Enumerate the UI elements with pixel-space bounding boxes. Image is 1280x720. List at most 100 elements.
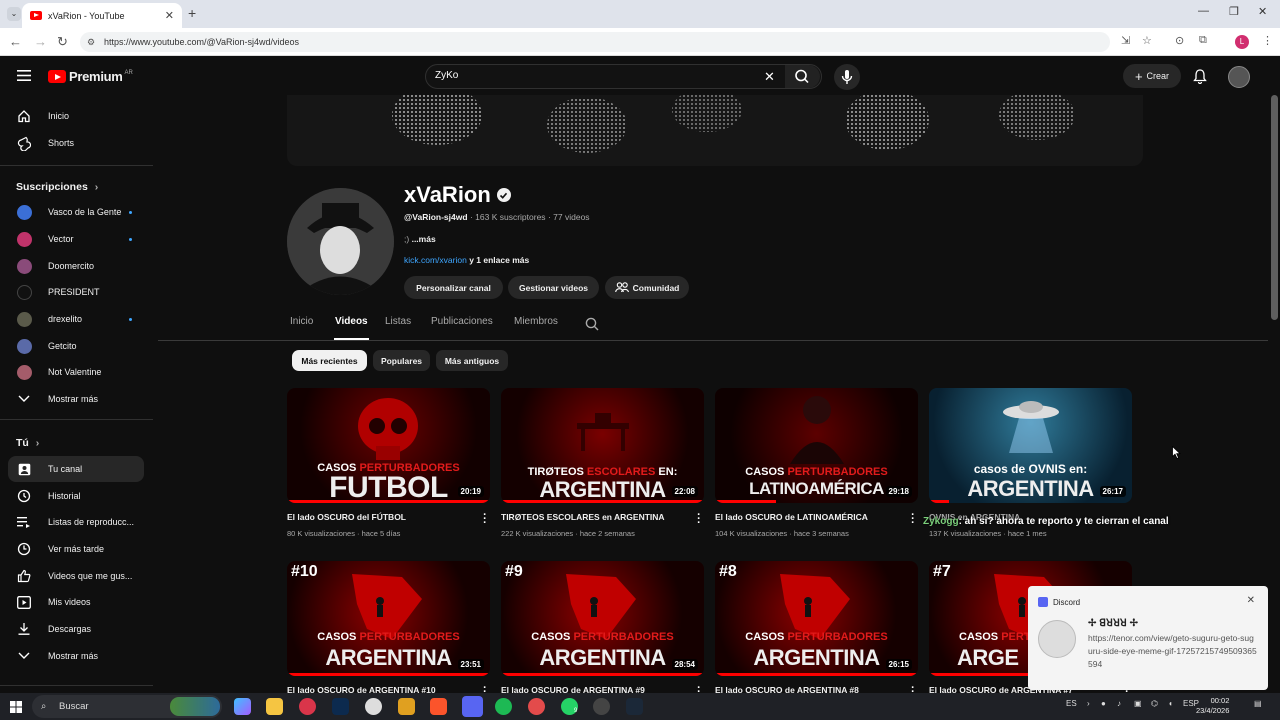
video-thumbnail[interactable]: TIRØTEOS ESCOLARES EN: ARGENTINA 22:08 xyxy=(501,388,704,503)
tab-videos[interactable]: Videos xyxy=(335,316,368,327)
video-menu-icon[interactable]: · · · xyxy=(482,510,488,529)
steam-icon[interactable] xyxy=(626,698,643,715)
sidebar-sub-drexelito[interactable]: drexelito xyxy=(8,306,144,332)
url-field[interactable]: ⚙ https://www.youtube.com/@VaRion-sj4wd/… xyxy=(80,32,1110,52)
file-explorer-icon[interactable] xyxy=(266,698,283,715)
photoshop-icon[interactable] xyxy=(332,698,349,715)
restore-button[interactable]: ❐ xyxy=(1229,5,1239,18)
more-links[interactable]: y 1 enlace más xyxy=(469,255,529,265)
sidebar-sub-getcito[interactable]: Getcito xyxy=(8,333,144,359)
video-menu-icon[interactable]: · · · xyxy=(910,510,916,529)
notification-close-icon[interactable]: ✕ xyxy=(1247,595,1255,606)
video-thumbnail[interactable]: CASOS PERTURBADORES LATINOAMÉRICA 29:18 xyxy=(715,388,918,503)
downloads-browser-icon[interactable]: ⊙ xyxy=(1175,34,1184,47)
sidebar-item-my-videos[interactable]: Mis videos xyxy=(8,589,144,615)
customize-channel-button[interactable]: Personalizar canal xyxy=(404,276,503,299)
sidebar-item-liked-videos[interactable]: Videos que me gus... xyxy=(8,563,144,589)
search-button[interactable] xyxy=(785,65,820,88)
video-menu-icon[interactable]: · · · xyxy=(696,510,702,529)
new-tab-button[interactable]: + xyxy=(188,5,196,21)
chrome-icon[interactable] xyxy=(299,698,316,715)
discord-notification[interactable]: Discord ✕ ✢ ꓭꓤꓤꓤ ✢ https://tenor.com/vie… xyxy=(1028,586,1268,690)
page-scrollbar[interactable] xyxy=(1271,95,1278,320)
back-icon[interactable]: ← xyxy=(9,34,22,49)
reload-icon[interactable]: ↻ xyxy=(57,34,68,50)
taskbar-search[interactable]: ⌕ Buscar xyxy=(32,695,222,718)
sidebar-sub-doomercito[interactable]: Doomercito xyxy=(8,253,144,279)
sidebar-item-history[interactable]: Historial xyxy=(8,483,144,509)
sidebar-item-watch-later[interactable]: Ver más tarde xyxy=(8,536,144,562)
video-title[interactable]: El lado OSCURO de LATINOAMÉRICA xyxy=(715,512,905,522)
extensions-icon[interactable]: ⧉ xyxy=(1199,34,1207,47)
clear-search-icon[interactable]: ✕ xyxy=(764,69,775,85)
video-title[interactable]: TIRØTEOS ESCOLARES en ARGENTINA xyxy=(501,512,691,522)
sidebar-item-home[interactable]: Inicio xyxy=(8,103,144,129)
chip-latest[interactable]: Más recientes xyxy=(292,350,367,371)
tab-home[interactable]: Inicio xyxy=(290,316,313,327)
sidebar-item-playlists[interactable]: Listas de reproducc... xyxy=(8,509,144,535)
video-thumbnail[interactable]: #10 CASOS PERTURBADORES ARGENTINA 23:51 xyxy=(287,561,490,676)
network-tray-icon[interactable]: ⌬ xyxy=(1151,699,1158,708)
sidebar-sub-vector[interactable]: Vector xyxy=(8,226,144,252)
bookmark-star-icon[interactable]: ☆ xyxy=(1142,34,1152,47)
notifications-bell-icon[interactable] xyxy=(1193,69,1207,84)
channel-search-icon[interactable] xyxy=(585,317,599,331)
sidebar-sub-vasco[interactable]: Vasco de la Gente xyxy=(8,199,144,225)
youtube-logo[interactable]: Premium AR xyxy=(48,69,133,84)
menu-kebab-icon[interactable]: ⋮ xyxy=(1262,34,1273,47)
sidebar-item-downloads[interactable]: Descargas xyxy=(8,616,144,642)
video-title[interactable]: El lado OSCURO del FÚTBOL xyxy=(287,512,477,522)
tab-search-button[interactable]: ⌄ xyxy=(7,7,21,21)
microphone-tray-icon[interactable]: ● xyxy=(1101,699,1106,708)
subscriptions-heading[interactable]: Suscripciones › xyxy=(16,181,98,193)
channel-description[interactable]: ;) ...más xyxy=(404,234,436,244)
sidebar-subs-show-more[interactable]: Mostrar más xyxy=(8,386,144,412)
input-language[interactable]: ES xyxy=(1066,699,1077,708)
video-thumbnail[interactable]: casos de OVNIS en: ARGENTINA 26:17 xyxy=(929,388,1132,503)
copilot-icon[interactable] xyxy=(234,698,251,715)
video-thumbnail[interactable]: CASOS PERTURBADORES FUTBOL 20:19 xyxy=(287,388,490,503)
tab-posts[interactable]: Publicaciones xyxy=(431,316,493,327)
speaker-tray-icon[interactable]: ◖ xyxy=(1168,699,1173,708)
tab-close-icon[interactable]: ✕ xyxy=(165,9,174,22)
search-input[interactable] xyxy=(435,70,755,81)
tray-chevron-icon[interactable]: › xyxy=(1087,699,1090,708)
system-clock[interactable]: 00:02 23/4/2026 xyxy=(1196,696,1229,716)
brave-icon[interactable] xyxy=(430,698,447,715)
site-info-icon[interactable]: ⚙ xyxy=(87,32,95,52)
sidebar-you-show-more[interactable]: Mostrar más xyxy=(8,643,144,669)
channel-avatar-large[interactable] xyxy=(287,188,394,295)
browser-tab[interactable]: xVaRion - YouTube ✕ xyxy=(22,3,182,28)
video-thumbnail[interactable]: #9 CASOS PERTURBADORES ARGENTINA 28:54 xyxy=(501,561,704,676)
tab-members[interactable]: Miembros xyxy=(514,316,558,327)
sidebar-item-shorts[interactable]: Shorts xyxy=(8,130,144,156)
channel-link[interactable]: kick.com/xvarion xyxy=(404,255,467,265)
windows-start-icon[interactable] xyxy=(10,701,22,713)
description-more[interactable]: ...más xyxy=(412,234,436,244)
install-icon[interactable]: ⇲ xyxy=(1121,34,1130,47)
you-heading[interactable]: Tú › xyxy=(16,437,39,449)
chip-popular[interactable]: Populares xyxy=(373,350,430,371)
close-window-button[interactable]: ✕ xyxy=(1258,5,1267,18)
app-icon[interactable] xyxy=(398,698,415,715)
discord-taskbar-icon[interactable] xyxy=(462,696,483,717)
sidebar-sub-not-valentine[interactable]: Not Valentine xyxy=(8,359,144,385)
hamburger-menu-icon[interactable] xyxy=(17,70,31,81)
voice-search-button[interactable] xyxy=(834,64,860,90)
tab-playlists[interactable]: Listas xyxy=(385,316,411,327)
user-avatar[interactable] xyxy=(1228,66,1250,88)
sidebar-item-your-channel[interactable]: Tu canal xyxy=(8,456,144,482)
spotify-icon[interactable] xyxy=(495,698,512,715)
profile-avatar[interactable]: L xyxy=(1235,35,1249,49)
chip-oldest[interactable]: Más antiguos xyxy=(436,350,508,371)
app-icon[interactable] xyxy=(365,698,382,715)
forward-icon[interactable]: → xyxy=(34,34,47,49)
video-thumbnail[interactable]: #8 CASOS PERTURBADORES ARGENTINA 26:15 xyxy=(715,561,918,676)
manage-videos-button[interactable]: Gestionar videos xyxy=(508,276,599,299)
app-icon[interactable] xyxy=(593,698,610,715)
community-button[interactable]: Comunidad xyxy=(605,276,689,299)
create-button[interactable]: + Crear xyxy=(1123,64,1181,88)
sidebar-sub-president[interactable]: PRESIDENT xyxy=(8,279,144,305)
volume-tray-icon[interactable]: ♪ xyxy=(1117,699,1121,708)
display-tray-icon[interactable]: ▣ xyxy=(1134,699,1142,708)
